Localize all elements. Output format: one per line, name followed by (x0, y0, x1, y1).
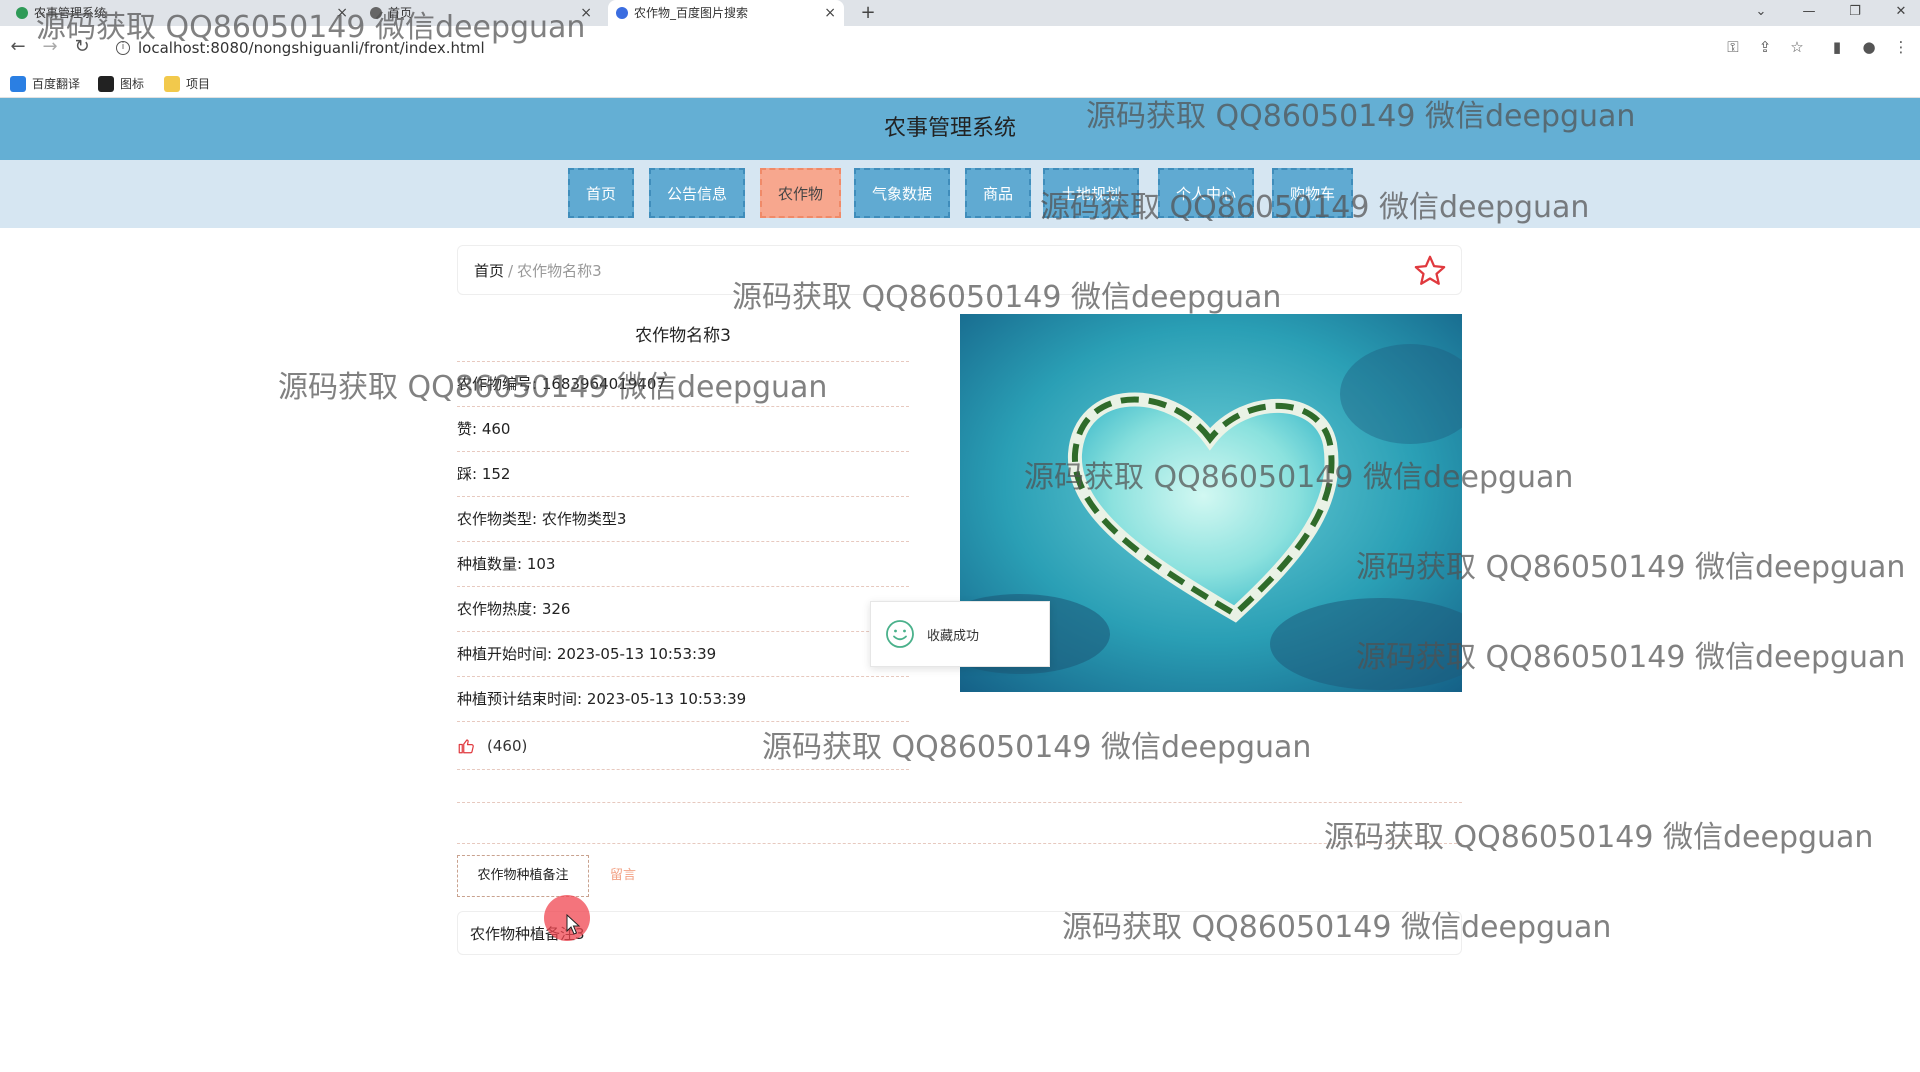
breadcrumb-separator: / (508, 262, 514, 280)
bookmark-label: 项目 (186, 77, 211, 91)
detail-label: 踩 (457, 465, 473, 483)
bookmark-item[interactable]: 项目 (164, 75, 210, 93)
back-arrow-icon[interactable]: ← (6, 35, 30, 59)
toast-text: 收藏成功 (927, 628, 980, 644)
watermark: 源码获取 QQ86050149 微信deepguan (1356, 550, 1906, 585)
detail-label: 农作物热度 (457, 600, 533, 618)
detail-value: 2023-05-13 10:53:39 (556, 645, 717, 663)
watermark: 源码获取 QQ86050149 微信deepguan (732, 280, 1282, 315)
nav-item-crops[interactable]: 农作物 (760, 168, 842, 218)
detail-label: 赞 (457, 420, 473, 438)
share-icon[interactable]: ⇪ (1754, 36, 1776, 58)
new-tab-button[interactable]: + (856, 0, 880, 26)
watermark: 源码获取 QQ86050149 微信deepguan (762, 730, 1312, 765)
browser-tab-active[interactable]: 农作物_百度图片搜索 × (608, 0, 844, 26)
tab-search-icon[interactable]: ⌄ (1746, 0, 1776, 26)
restore-icon[interactable]: ❐ (1840, 0, 1870, 26)
detail-row: 种植数量: 103 (457, 542, 909, 587)
close-icon[interactable]: × (824, 0, 836, 26)
crop-title: 农作物名称3 (457, 314, 909, 362)
watermark: 源码获取 QQ86050149 微信deepguan (1024, 460, 1574, 495)
tab-message[interactable]: 留言 (610, 855, 636, 897)
nav-item-notice[interactable]: 公告信息 (649, 168, 746, 218)
profile-avatar-icon[interactable]: ● (1858, 36, 1880, 58)
translate-icon (10, 76, 26, 92)
detail-value: 326 (541, 600, 571, 618)
detail-label: 农作物类型 (457, 510, 533, 528)
key-icon[interactable]: ⚿ (1722, 36, 1744, 58)
bookmark-item[interactable]: 图标 (98, 75, 144, 93)
detail-row: 种植预计结束时间: 2023-05-13 10:53:39 (457, 677, 909, 722)
watermark: 源码获取 QQ86050149 微信deepguan (1040, 190, 1590, 225)
watermark: 源码获取 QQ86050149 微信deepguan (1062, 910, 1612, 945)
detail-row: 种植开始时间: 2023-05-13 10:53:39 (457, 632, 909, 677)
watermark: 源码获取 QQ86050149 微信deepguan (1356, 640, 1906, 675)
close-window-icon[interactable]: ✕ (1886, 0, 1916, 26)
tab-remark[interactable]: 农作物种植备注 (457, 855, 589, 897)
bookmark-label: 百度翻译 (32, 77, 81, 91)
bookmark-label: 图标 (120, 77, 145, 91)
thumbs-up-icon[interactable] (457, 737, 475, 755)
detail-row: 赞: 460 (457, 407, 909, 452)
detail-value: 2023-05-13 10:53:39 (586, 690, 747, 708)
breadcrumb-home[interactable]: 首页 (474, 262, 504, 280)
divider (457, 843, 1462, 844)
detail-row: 农作物热度: 326 (457, 587, 909, 632)
folder-icon (164, 76, 180, 92)
bookmark-item[interactable]: 百度翻译 (10, 75, 80, 93)
watermark: 源码获取 QQ86050149 微信deepguan (36, 10, 586, 45)
watermark: 源码获取 QQ86050149 微信deepguan (278, 370, 828, 405)
main-nav: 首页 公告信息 农作物 气象数据 商品 土地规划 个人中心 购物车 (0, 160, 1920, 228)
detail-value: 农作物类型3 (541, 510, 627, 528)
nav-item-home[interactable]: 首页 (568, 168, 635, 218)
divider (457, 802, 1462, 803)
like-count: (460) (487, 736, 528, 755)
detail-row: 农作物类型: 农作物类型3 (457, 497, 909, 542)
detail-label: 种植预计结束时间 (457, 690, 578, 708)
iconfont-icon (98, 76, 114, 92)
smile-icon (886, 620, 914, 648)
detail-value: 152 (481, 465, 511, 483)
breadcrumb-current: 农作物名称3 (517, 262, 602, 280)
detail-label: 种植数量 (457, 555, 518, 573)
baidu-paw-icon (616, 7, 628, 19)
detail-value: 103 (526, 555, 556, 573)
nav-item-weather[interactable]: 气象数据 (854, 168, 951, 218)
mouse-cursor-icon (566, 914, 581, 935)
favorite-success-toast: 收藏成功 (870, 601, 1050, 667)
menu-kebab-icon[interactable]: ⋮ (1890, 36, 1912, 58)
detail-value: 460 (481, 420, 511, 438)
detail-label: 种植开始时间 (457, 645, 548, 663)
nav-item-goods[interactable]: 商品 (965, 168, 1032, 218)
browser-tab-title: 农作物_百度图片搜索 (634, 6, 749, 20)
vue-favicon-icon (16, 7, 28, 19)
detail-row: 踩: 152 (457, 452, 909, 497)
watermark: 源码获取 QQ86050149 微信deepguan (1086, 99, 1636, 134)
minimize-icon[interactable]: — (1794, 0, 1824, 26)
favorite-star-icon[interactable] (1413, 254, 1447, 288)
bookmark-star-icon[interactable]: ☆ (1786, 36, 1808, 58)
side-panel-icon[interactable]: ▮ (1826, 36, 1848, 58)
watermark: 源码获取 QQ86050149 微信deepguan (1324, 820, 1874, 855)
